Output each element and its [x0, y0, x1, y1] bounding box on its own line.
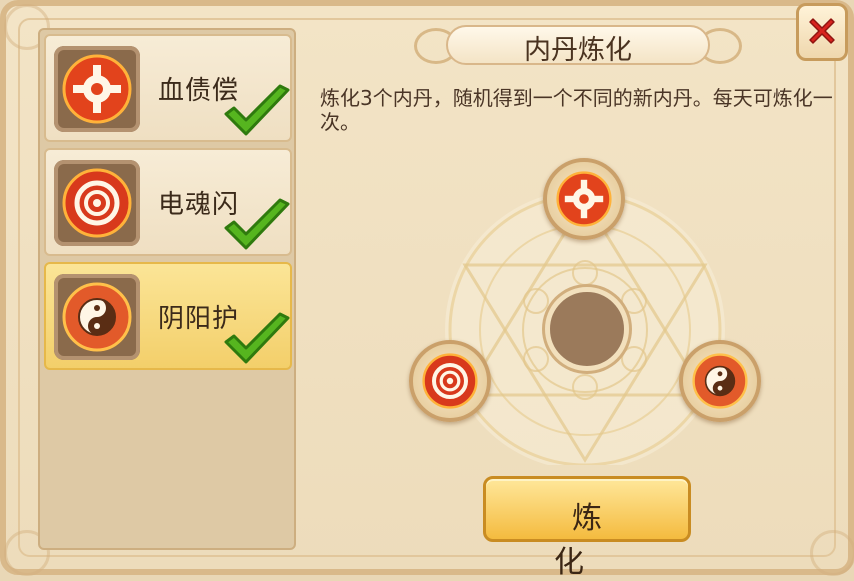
- close-x-icon: [809, 18, 835, 44]
- refine-result-slot: [545, 287, 629, 371]
- title-plaque: 内丹炼化: [410, 22, 746, 70]
- close-button[interactable]: [796, 3, 848, 61]
- skill-item-thunder-soul[interactable]: 电魂闪: [44, 148, 292, 256]
- page-title: 内丹炼化: [524, 35, 632, 66]
- refine-slot-top[interactable]: [543, 158, 625, 240]
- checkmark-icon: [224, 312, 290, 364]
- refine-slot-bottom-left[interactable]: [409, 340, 491, 422]
- skill-item-yin-yang[interactable]: 阴阳护: [44, 262, 292, 370]
- yinyang-pill-icon: [692, 353, 748, 409]
- corner-ornament: [810, 530, 854, 576]
- swirl-pill-icon: [54, 160, 140, 246]
- description-text: 炼化3个内丹，随机得到一个不同的新内丹。每天可炼化一次。: [320, 86, 833, 134]
- refine-button[interactable]: 炼 化: [483, 476, 691, 580]
- gear-pill-icon: [556, 171, 612, 227]
- refine-slot-bottom-right[interactable]: [679, 340, 761, 422]
- skill-list-panel: 血债偿 电魂闪 阴阳护: [38, 28, 296, 550]
- gear-pill-icon: [54, 46, 140, 132]
- checkmark-icon: [224, 198, 290, 250]
- checkmark-icon: [224, 84, 290, 136]
- refine-button-label: 炼 化: [554, 501, 638, 580]
- yinyang-pill-icon: [54, 274, 140, 360]
- swirl-pill-icon: [422, 353, 478, 409]
- skill-item-blood-debt[interactable]: 血债偿: [44, 34, 292, 142]
